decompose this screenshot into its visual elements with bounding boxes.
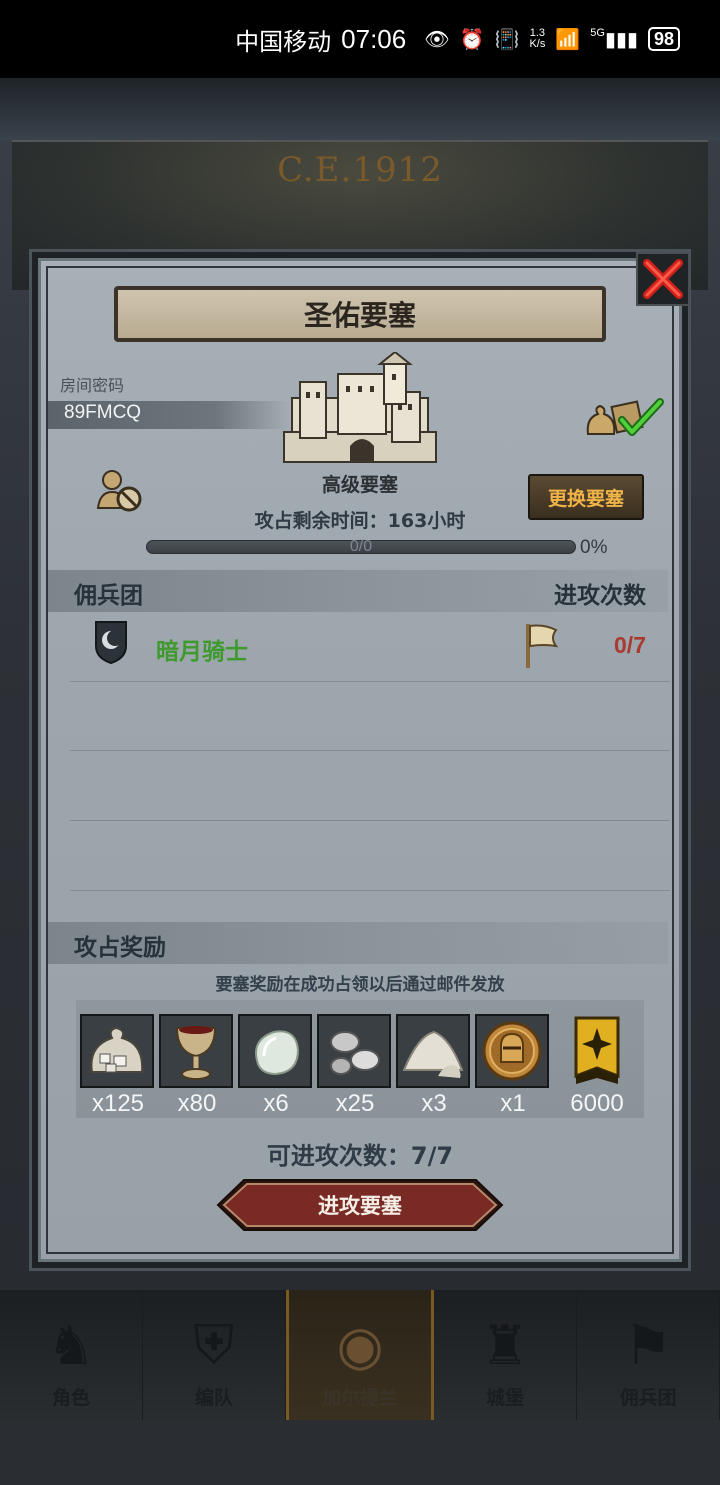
room-code-value[interactable]: 89FMCQ	[64, 402, 141, 424]
reward-qty: x6	[263, 1090, 289, 1117]
nav-item-mercenary[interactable]: ⚑ 佣兵团	[577, 1290, 720, 1420]
supplies-check-icon[interactable]	[584, 394, 666, 442]
silver-ingots-icon	[319, 1016, 389, 1086]
fortress-castle-icon	[283, 352, 437, 463]
reward-note: 要塞奖励在成功占领以后通过邮件发放	[215, 975, 505, 995]
reward-item[interactable]	[396, 1014, 470, 1088]
castle-icon: ♜	[480, 1314, 530, 1377]
carrier-name: 中国移动	[235, 28, 332, 56]
row-divider	[70, 890, 670, 891]
world-medallion-icon: ◉	[336, 1314, 384, 1377]
nav-label: 角色	[51, 1387, 90, 1409]
knight-icon: ♞	[46, 1314, 96, 1377]
attack-count-header-label: 进攻次数	[554, 583, 646, 609]
era-text: C.E.1912	[277, 150, 443, 190]
background-top-strip	[0, 78, 720, 140]
reward-item[interactable]	[159, 1014, 233, 1088]
change-fortress-label: 更换要塞	[547, 487, 624, 510]
close-icon	[643, 259, 683, 299]
battery-indicator: 98	[647, 27, 680, 51]
row-divider	[70, 820, 670, 821]
row-divider	[70, 750, 670, 751]
reward-qty: x1	[500, 1090, 526, 1117]
eye-icon: 👁	[424, 28, 450, 51]
net-speed: 1.3 K/s	[529, 28, 545, 50]
title-banner: 圣佑要塞	[114, 286, 606, 342]
available-attempts: 可进攻次数：7/7	[266, 1142, 454, 1170]
reward-header-label: 攻占奖励	[74, 935, 166, 961]
ore-sack-icon	[82, 1016, 152, 1086]
powder-pile-icon	[398, 1016, 468, 1086]
mercenary-header-label: 佣兵团	[74, 583, 143, 609]
reward-qty: x80	[177, 1090, 217, 1117]
mercenary-row[interactable]: 暗月骑士 0/7	[60, 616, 660, 676]
flag-icon: ⚑	[623, 1314, 673, 1377]
clock-time: 07:06	[341, 23, 407, 54]
reward-qty: x3	[421, 1090, 447, 1117]
alarm-icon: ⏰	[459, 28, 485, 51]
moonstone-icon	[240, 1016, 310, 1086]
honor-banner-icon[interactable]	[574, 1016, 620, 1086]
mercenary-section-header: 佣兵团 进攻次数	[48, 570, 668, 612]
knight-helmet-coin-icon	[477, 1016, 547, 1086]
reward-item[interactable]	[80, 1014, 154, 1088]
room-code-label: 房间密码	[60, 376, 125, 395]
attack-fortress-button[interactable]: 进攻要塞	[216, 1178, 504, 1232]
bottom-strip	[0, 1420, 720, 1485]
nav-item-formation[interactable]: ⛨ 编队	[143, 1290, 286, 1420]
mercenary-attack-count: 0/7	[614, 632, 646, 658]
nav-label: 编队	[194, 1387, 233, 1409]
bottom-nav: ♞ 角色 ⛨ 编队 ◉ 加尔提兰 ♜ 城堡 ⚑ 佣兵团	[0, 1290, 720, 1420]
remaining-time: 攻占剩余时间：163小时	[254, 510, 466, 532]
reward-qty: x125	[91, 1090, 145, 1117]
wifi-icon: 📶	[555, 28, 581, 51]
nav-item-castle[interactable]: ♜ 城堡	[434, 1290, 577, 1420]
nav-label: 城堡	[485, 1387, 524, 1409]
nav-item-character[interactable]: ♞ 角色	[0, 1290, 143, 1420]
capture-progress-text: 0/0	[349, 538, 373, 555]
attack-fortress-label: 进攻要塞	[318, 1194, 402, 1218]
flag-icon	[526, 624, 559, 668]
row-divider	[70, 681, 670, 682]
nav-label: 加尔提兰	[321, 1387, 398, 1409]
reward-section-header: 攻占奖励	[48, 922, 668, 964]
change-fortress-button[interactable]: 更换要塞	[528, 474, 644, 520]
reward-qty: 6000	[570, 1090, 624, 1117]
reward-item[interactable]	[475, 1014, 549, 1088]
close-button[interactable]	[636, 252, 690, 306]
capture-progress-percent: 0%	[580, 537, 608, 558]
nav-label: 佣兵团	[619, 1387, 677, 1409]
moon-shield-icon	[95, 621, 127, 664]
vibrate-icon: 📳	[494, 28, 520, 51]
reward-item[interactable]	[238, 1014, 312, 1088]
goblet-icon	[161, 1016, 231, 1086]
helmet-icon: ⛨	[193, 1313, 235, 1376]
reward-item[interactable]	[317, 1014, 391, 1088]
no-user-icon[interactable]	[96, 468, 144, 514]
signal-label: 5G	[590, 26, 605, 39]
mercenary-name: 暗月骑士	[156, 639, 248, 665]
net-speed-unit: K/s	[529, 38, 546, 50]
cell-signal-icon: 5G▮▮▮	[590, 26, 638, 51]
nav-item-galtilan[interactable]: ◉ 加尔提兰	[286, 1290, 434, 1420]
status-bar: 中国移动 07:06 👁 ⏰ 📳 1.3 K/s 📶 5G▮▮▮ 98	[0, 0, 720, 78]
fortress-level: 高级要塞	[321, 474, 398, 496]
dialog-title: 圣佑要塞	[303, 299, 416, 332]
reward-qty: x25	[335, 1090, 375, 1117]
